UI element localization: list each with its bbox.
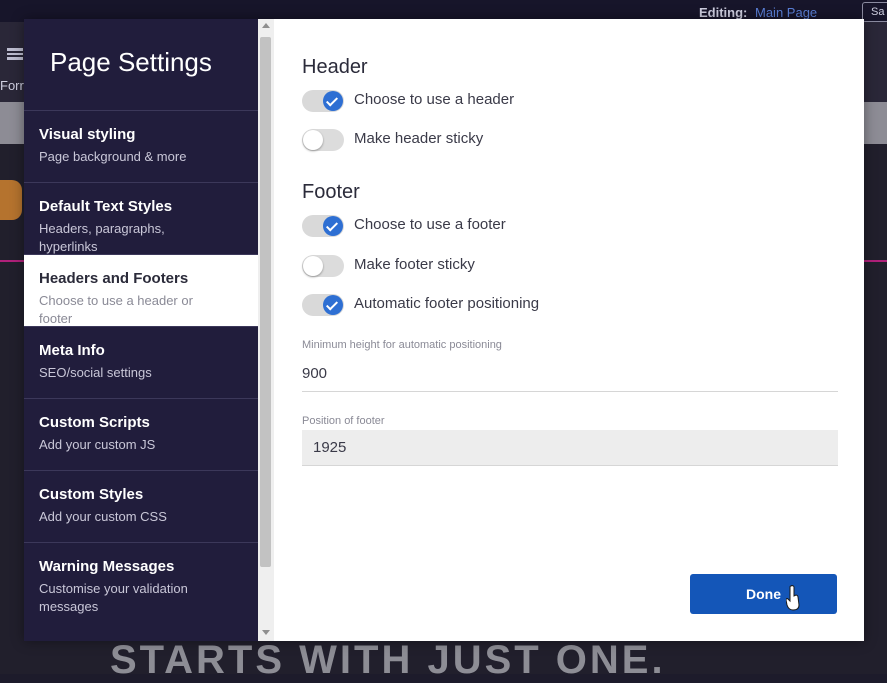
settings-nav: Visual styling Page background & more De… bbox=[24, 110, 258, 634]
footer-position-input bbox=[302, 430, 838, 466]
toggle-knob bbox=[303, 256, 323, 276]
nav-item-title: Warning Messages bbox=[39, 558, 175, 575]
nav-item-meta-info[interactable]: Meta Info SEO/social settings bbox=[24, 326, 258, 398]
editing-page-link[interactable]: Main Page bbox=[755, 5, 817, 20]
header-sticky-toggle[interactable] bbox=[302, 129, 344, 151]
save-button[interactable]: Sa bbox=[862, 2, 887, 22]
hand-cursor-icon bbox=[786, 585, 800, 611]
toggle-label: Make footer sticky bbox=[354, 256, 475, 273]
nav-item-title: Default Text Styles bbox=[39, 198, 173, 215]
nav-item-desc: SEO/social settings bbox=[39, 365, 152, 380]
hero-decoration bbox=[0, 180, 22, 220]
nav-item-custom-styles[interactable]: Custom Styles Add your custom CSS bbox=[24, 470, 258, 542]
toolbar-form-label: Forr bbox=[0, 78, 24, 93]
nav-item-title: Custom Styles bbox=[39, 486, 144, 503]
modal-title: Page Settings bbox=[50, 47, 212, 77]
done-button[interactable]: Done bbox=[690, 574, 837, 614]
nav-item-title: Meta Info bbox=[39, 342, 105, 359]
nav-item-title: Custom Scripts bbox=[39, 414, 150, 431]
settings-content: Header Choose to use a header Make heade… bbox=[302, 19, 838, 641]
nav-item-custom-scripts[interactable]: Custom Scripts Add your custom JS bbox=[24, 398, 258, 470]
nav-item-desc: Add your custom CSS bbox=[39, 509, 167, 524]
auto-footer-position-toggle[interactable] bbox=[302, 294, 344, 316]
nav-item-desc: Customise your validation messages bbox=[39, 581, 188, 614]
nav-item-visual-styling[interactable]: Visual styling Page background & more bbox=[24, 110, 258, 182]
scroll-down-arrow-icon[interactable] bbox=[262, 630, 270, 635]
use-footer-toggle[interactable] bbox=[302, 215, 344, 237]
nav-item-title: Visual styling bbox=[39, 126, 136, 143]
hero-headline: STARTS WITH JUST ONE. bbox=[110, 638, 666, 682]
toggle-knob bbox=[323, 216, 343, 236]
page-settings-modal: Page Settings Visual styling Page backgr… bbox=[24, 19, 864, 641]
check-icon bbox=[325, 219, 339, 232]
header-section-title: Header bbox=[302, 56, 368, 78]
min-height-label: Minimum height for automatic positioning bbox=[302, 339, 502, 351]
toggle-label: Automatic footer positioning bbox=[354, 295, 540, 312]
footer-sticky-toggle[interactable] bbox=[302, 255, 344, 277]
nav-item-title: Headers and Footers bbox=[39, 270, 189, 287]
toggle-knob bbox=[323, 295, 343, 315]
scrollbar-thumb[interactable] bbox=[260, 37, 271, 567]
settings-sidebar: Page Settings Visual styling Page backgr… bbox=[24, 19, 258, 641]
nav-item-default-text-styles[interactable]: Default Text Styles Headers, paragraphs,… bbox=[24, 182, 258, 254]
toggle-knob bbox=[323, 91, 343, 111]
footer-position-label: Position of footer bbox=[302, 415, 385, 427]
nav-item-desc: Choose to use a header or footer bbox=[39, 293, 193, 326]
nav-item-desc: Headers, paragraphs, hyperlinks bbox=[39, 221, 165, 254]
toggle-label: Choose to use a header bbox=[354, 91, 515, 108]
toggle-label: Choose to use a footer bbox=[354, 216, 506, 233]
nav-item-warning-messages[interactable]: Warning Messages Customise your validati… bbox=[24, 542, 258, 634]
sidebar-scrollbar[interactable] bbox=[258, 19, 274, 641]
check-icon bbox=[325, 298, 339, 311]
toggle-label: Make header sticky bbox=[354, 130, 484, 147]
use-header-toggle[interactable] bbox=[302, 90, 344, 112]
toggle-knob bbox=[303, 130, 323, 150]
scroll-up-arrow-icon[interactable] bbox=[262, 23, 270, 28]
list-icon[interactable] bbox=[7, 48, 23, 60]
nav-item-desc: Add your custom JS bbox=[39, 437, 156, 452]
check-icon bbox=[325, 94, 339, 107]
editing-label: Editing: bbox=[699, 5, 748, 20]
min-height-input[interactable] bbox=[302, 356, 838, 392]
nav-item-desc: Page background & more bbox=[39, 149, 187, 164]
nav-item-headers-and-footers[interactable]: Headers and Footers Choose to use a head… bbox=[24, 254, 258, 326]
footer-section-title: Footer bbox=[302, 181, 360, 203]
